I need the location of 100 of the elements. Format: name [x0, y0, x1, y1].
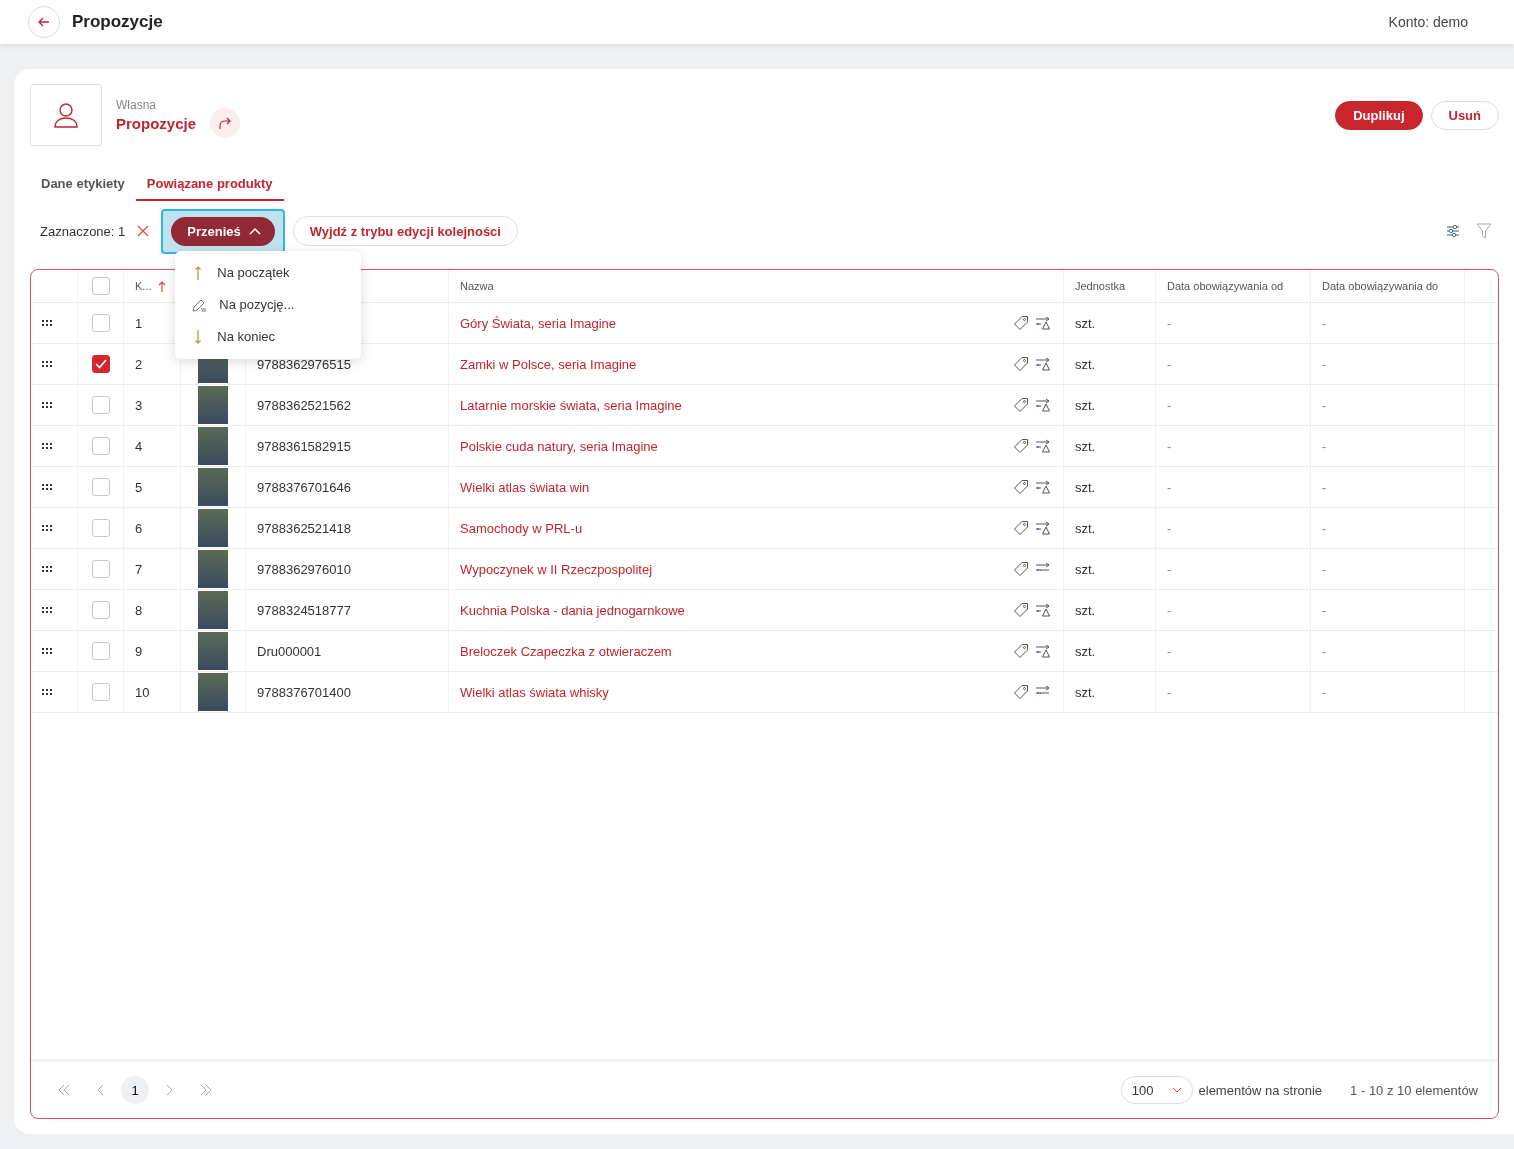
drag-handle-icon[interactable]: [42, 320, 54, 326]
date-from-cell: -: [1167, 438, 1172, 454]
transfer-warning-icon[interactable]: [1035, 602, 1051, 618]
row-checkbox[interactable]: [91, 396, 110, 414]
row-checkbox[interactable]: [91, 437, 110, 455]
drag-handle-icon[interactable]: [42, 443, 54, 449]
tag-icon[interactable]: [1013, 479, 1029, 495]
exit-order-mode-button[interactable]: Wyjdź z trybu edycji kolejności: [292, 216, 518, 246]
date-to-cell: -: [1322, 479, 1327, 495]
photo-placeholder: [198, 509, 228, 547]
action-button[interactable]: Duplikuj: [1335, 100, 1423, 130]
drag-handle-icon[interactable]: [42, 566, 54, 572]
product-name-link[interactable]: Wypoczynek w II Rzeczpospolitej: [460, 561, 653, 577]
product-name-link[interactable]: Latarnie morskie świata, seria Imagine: [460, 397, 682, 413]
tag-icon[interactable]: [1013, 315, 1029, 331]
transfer-warning-icon[interactable]: [1035, 438, 1051, 454]
unit-cell: szt.: [1075, 602, 1096, 618]
row-checkbox[interactable]: [91, 683, 110, 701]
move-button[interactable]: Przenieś: [171, 216, 275, 246]
product-name-link[interactable]: Zamki w Polsce, seria Imagine: [460, 356, 637, 372]
date-from-cell: -: [1167, 602, 1172, 618]
photo-placeholder: [198, 386, 228, 424]
tab[interactable]: Dane etykiety: [30, 172, 136, 201]
transfer-warning-icon[interactable]: [1035, 356, 1051, 372]
product-name-link[interactable]: Góry Świata, seria Imagine: [460, 315, 617, 331]
menu-item[interactable]: Na koniec: [175, 320, 362, 353]
transfer-warning-icon[interactable]: [1035, 520, 1051, 536]
drag-handle-icon[interactable]: [42, 648, 54, 654]
date-from-cell: -: [1167, 643, 1172, 659]
unit-cell: szt.: [1075, 397, 1096, 413]
tag-icon[interactable]: [1013, 684, 1029, 700]
tab[interactable]: Powiązane produkty: [135, 172, 284, 201]
tag-icon[interactable]: [1013, 520, 1029, 536]
unit-cell: szt.: [1075, 684, 1096, 700]
photo-placeholder: [198, 591, 228, 629]
chevron-up-icon: [248, 227, 261, 235]
code-cell: 9788376701400: [257, 684, 351, 700]
unit-cell: szt.: [1075, 356, 1096, 372]
row-checkbox[interactable]: [91, 314, 110, 332]
row-checkbox[interactable]: [91, 560, 110, 578]
page-size-label: elementów na stronie: [1198, 1082, 1323, 1098]
drag-handle-icon[interactable]: [42, 484, 54, 490]
product-name-link[interactable]: Wielki atlas świata win: [460, 479, 590, 495]
row-checkbox[interactable]: [91, 478, 110, 496]
product-name-link[interactable]: Breloczek Czapeczka z otwieraczem: [460, 643, 672, 659]
menu-item[interactable]: Na początek: [175, 256, 362, 289]
transfer-warning-icon[interactable]: [1035, 397, 1051, 413]
tag-icon[interactable]: [1013, 561, 1029, 577]
unit-cell: szt.: [1075, 561, 1096, 577]
select-all-checkbox[interactable]: [91, 277, 110, 295]
tag-icon[interactable]: [1013, 602, 1029, 618]
back-button[interactable]: [28, 6, 60, 38]
transfer-warning-icon[interactable]: [1035, 643, 1051, 659]
row-checkbox[interactable]: [91, 355, 110, 373]
position-cell: 1: [135, 315, 143, 331]
share-button[interactable]: [210, 108, 241, 138]
date-to-cell: -: [1322, 438, 1327, 454]
transfer-warning-icon[interactable]: [1035, 315, 1051, 331]
photo-placeholder: [198, 427, 228, 465]
column-header[interactable]: Data obowiązywania od: [1167, 280, 1284, 292]
sort-ascending-icon[interactable]: [157, 280, 166, 292]
unit-cell: szt.: [1075, 643, 1096, 659]
product-name-link[interactable]: Kuchnia Polska - dania jednogarnkowe: [460, 602, 685, 618]
settings-sliders-icon[interactable]: [1445, 223, 1461, 239]
date-to-cell: -: [1322, 643, 1327, 659]
position-cell: 6: [135, 520, 143, 536]
tag-icon[interactable]: [1013, 438, 1029, 454]
row-checkbox[interactable]: [91, 519, 110, 537]
row-checkbox[interactable]: [91, 601, 110, 619]
date-to-cell: -: [1322, 602, 1327, 618]
column-header[interactable]: Data obowiązywania do: [1322, 280, 1439, 292]
column-header[interactable]: K...: [135, 280, 152, 292]
product-name-link[interactable]: Polskie cuda natury, seria Imagine: [460, 438, 658, 454]
unit-cell: szt.: [1075, 438, 1096, 454]
drag-handle-icon[interactable]: [42, 689, 54, 695]
column-header[interactable]: Jednostka: [1075, 280, 1126, 292]
photo-placeholder: [198, 468, 228, 506]
tag-icon[interactable]: [1013, 643, 1029, 659]
tag-icon[interactable]: [1013, 397, 1029, 413]
transfer-warning-icon[interactable]: [1035, 479, 1051, 495]
date-from-cell: -: [1167, 561, 1172, 577]
code-cell: 9788362521418: [257, 520, 351, 536]
code-cell: 9788361582915: [257, 438, 351, 454]
menu-item[interactable]: Na pozycję...: [175, 288, 362, 321]
drag-handle-icon[interactable]: [42, 402, 54, 408]
drag-handle-icon[interactable]: [42, 361, 54, 367]
drag-handle-icon[interactable]: [42, 607, 54, 613]
product-name-link[interactable]: Samochody w PRL-u: [460, 520, 583, 536]
product-name-link[interactable]: Wielki atlas świata whisky: [460, 684, 609, 700]
code-cell: 9788362976515: [257, 356, 351, 372]
action-button[interactable]: Usuń: [1430, 100, 1499, 130]
drag-handle-icon[interactable]: [42, 525, 54, 531]
tag-icon[interactable]: [1013, 356, 1029, 372]
page-button[interactable]: 1: [121, 1076, 149, 1104]
code-cell: 9788324518777: [257, 602, 351, 618]
position-cell: 7: [135, 561, 143, 577]
photo-placeholder: [198, 632, 228, 670]
row-checkbox[interactable]: [91, 642, 110, 660]
position-cell: 5: [135, 479, 143, 495]
column-header[interactable]: Nazwa: [460, 280, 494, 292]
